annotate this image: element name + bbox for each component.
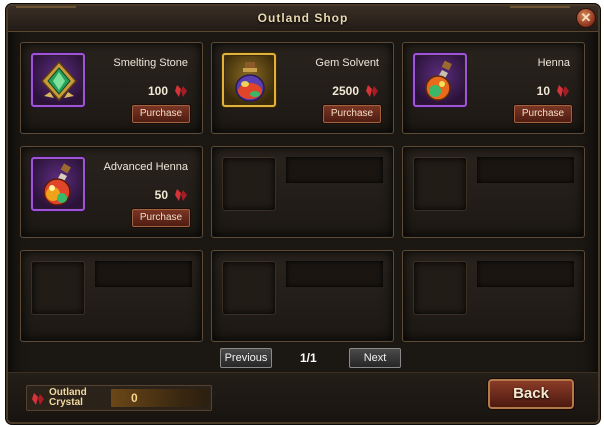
window-title: Outland Shop: [257, 11, 349, 25]
item-name: Advanced Henna: [103, 161, 188, 173]
red-crystal-icon: [175, 85, 187, 97]
round-flask-icon: [43, 163, 71, 206]
item-price: 10: [536, 84, 550, 98]
shop-slot: Gem Solvent 2500 Purchase: [211, 42, 394, 134]
price-row: 50: [155, 188, 188, 202]
price-row: 100: [148, 84, 188, 98]
empty-name-bar: [95, 261, 192, 287]
previous-page-button[interactable]: Previous: [220, 348, 272, 368]
item-name: Smelting Stone: [113, 57, 188, 69]
item-name: Henna: [537, 57, 570, 69]
red-crystal-icon: [557, 85, 569, 97]
item-name: Gem Solvent: [315, 57, 379, 69]
next-page-button[interactable]: Next: [349, 348, 401, 368]
empty-icon-frame: [222, 261, 276, 315]
empty-icon-frame: [413, 261, 467, 315]
title-bar: Outland Shop ✕: [8, 6, 598, 32]
empty-slot: [211, 146, 394, 238]
empty-name-bar: [477, 261, 574, 287]
back-button[interactable]: Back: [488, 379, 574, 409]
flask-icon: [425, 60, 452, 101]
item-price: 100: [147, 84, 168, 98]
potion-bottle-icon: [235, 62, 265, 102]
price-row: 2500: [332, 84, 379, 98]
item-icon-frame[interactable]: [31, 157, 85, 211]
item-icon-frame[interactable]: [31, 53, 85, 107]
currency-value-box: 0: [111, 389, 209, 407]
empty-slot: [402, 250, 585, 342]
bottom-bar: Outland Crystal 0 Back: [8, 372, 598, 422]
title-ornament-right: [510, 6, 570, 30]
empty-slot: [20, 250, 203, 342]
purchase-button[interactable]: Purchase: [132, 209, 190, 227]
price-row: 10: [537, 84, 570, 98]
currency-value: 0: [131, 391, 138, 405]
empty-name-bar: [286, 157, 383, 183]
item-grid: Smelting Stone 100 Purchase Gem Solvent …: [20, 42, 596, 352]
shop-slot: Henna 10 Purchase: [402, 42, 585, 134]
item-price: 50: [154, 188, 168, 202]
empty-icon-frame: [413, 157, 467, 211]
empty-icon-frame: [222, 157, 276, 211]
pager: Previous 1/1 Next: [8, 348, 598, 374]
red-crystal-icon: [175, 189, 187, 201]
purchase-button[interactable]: Purchase: [514, 105, 572, 123]
green-gem-emblem-icon: [40, 60, 78, 102]
close-button[interactable]: ✕: [576, 8, 596, 28]
page-indicator: 1/1: [300, 351, 317, 365]
item-icon-frame[interactable]: [413, 53, 467, 107]
purchase-button[interactable]: Purchase: [132, 105, 190, 123]
red-crystal-icon: [366, 85, 378, 97]
empty-slot: [402, 146, 585, 238]
red-crystal-icon: [32, 393, 44, 405]
item-icon-frame[interactable]: [222, 53, 276, 107]
empty-slot: [211, 250, 394, 342]
currency-label: Outland Crystal: [49, 388, 87, 408]
currency-label-line2: Crystal: [49, 397, 83, 408]
empty-icon-frame: [31, 261, 85, 315]
shop-slot: Smelting Stone 100 Purchase: [20, 42, 203, 134]
currency-display: Outland Crystal 0: [26, 385, 212, 411]
shop-slot: Advanced Henna 50 Purchase: [20, 146, 203, 238]
title-ornament-left: [16, 6, 76, 30]
purchase-button[interactable]: Purchase: [323, 105, 381, 123]
empty-name-bar: [286, 261, 383, 287]
shop-window: Outland Shop ✕ Smelting Stone 100 Purcha…: [6, 4, 600, 424]
item-price: 2500: [332, 84, 359, 98]
empty-name-bar: [477, 157, 574, 183]
